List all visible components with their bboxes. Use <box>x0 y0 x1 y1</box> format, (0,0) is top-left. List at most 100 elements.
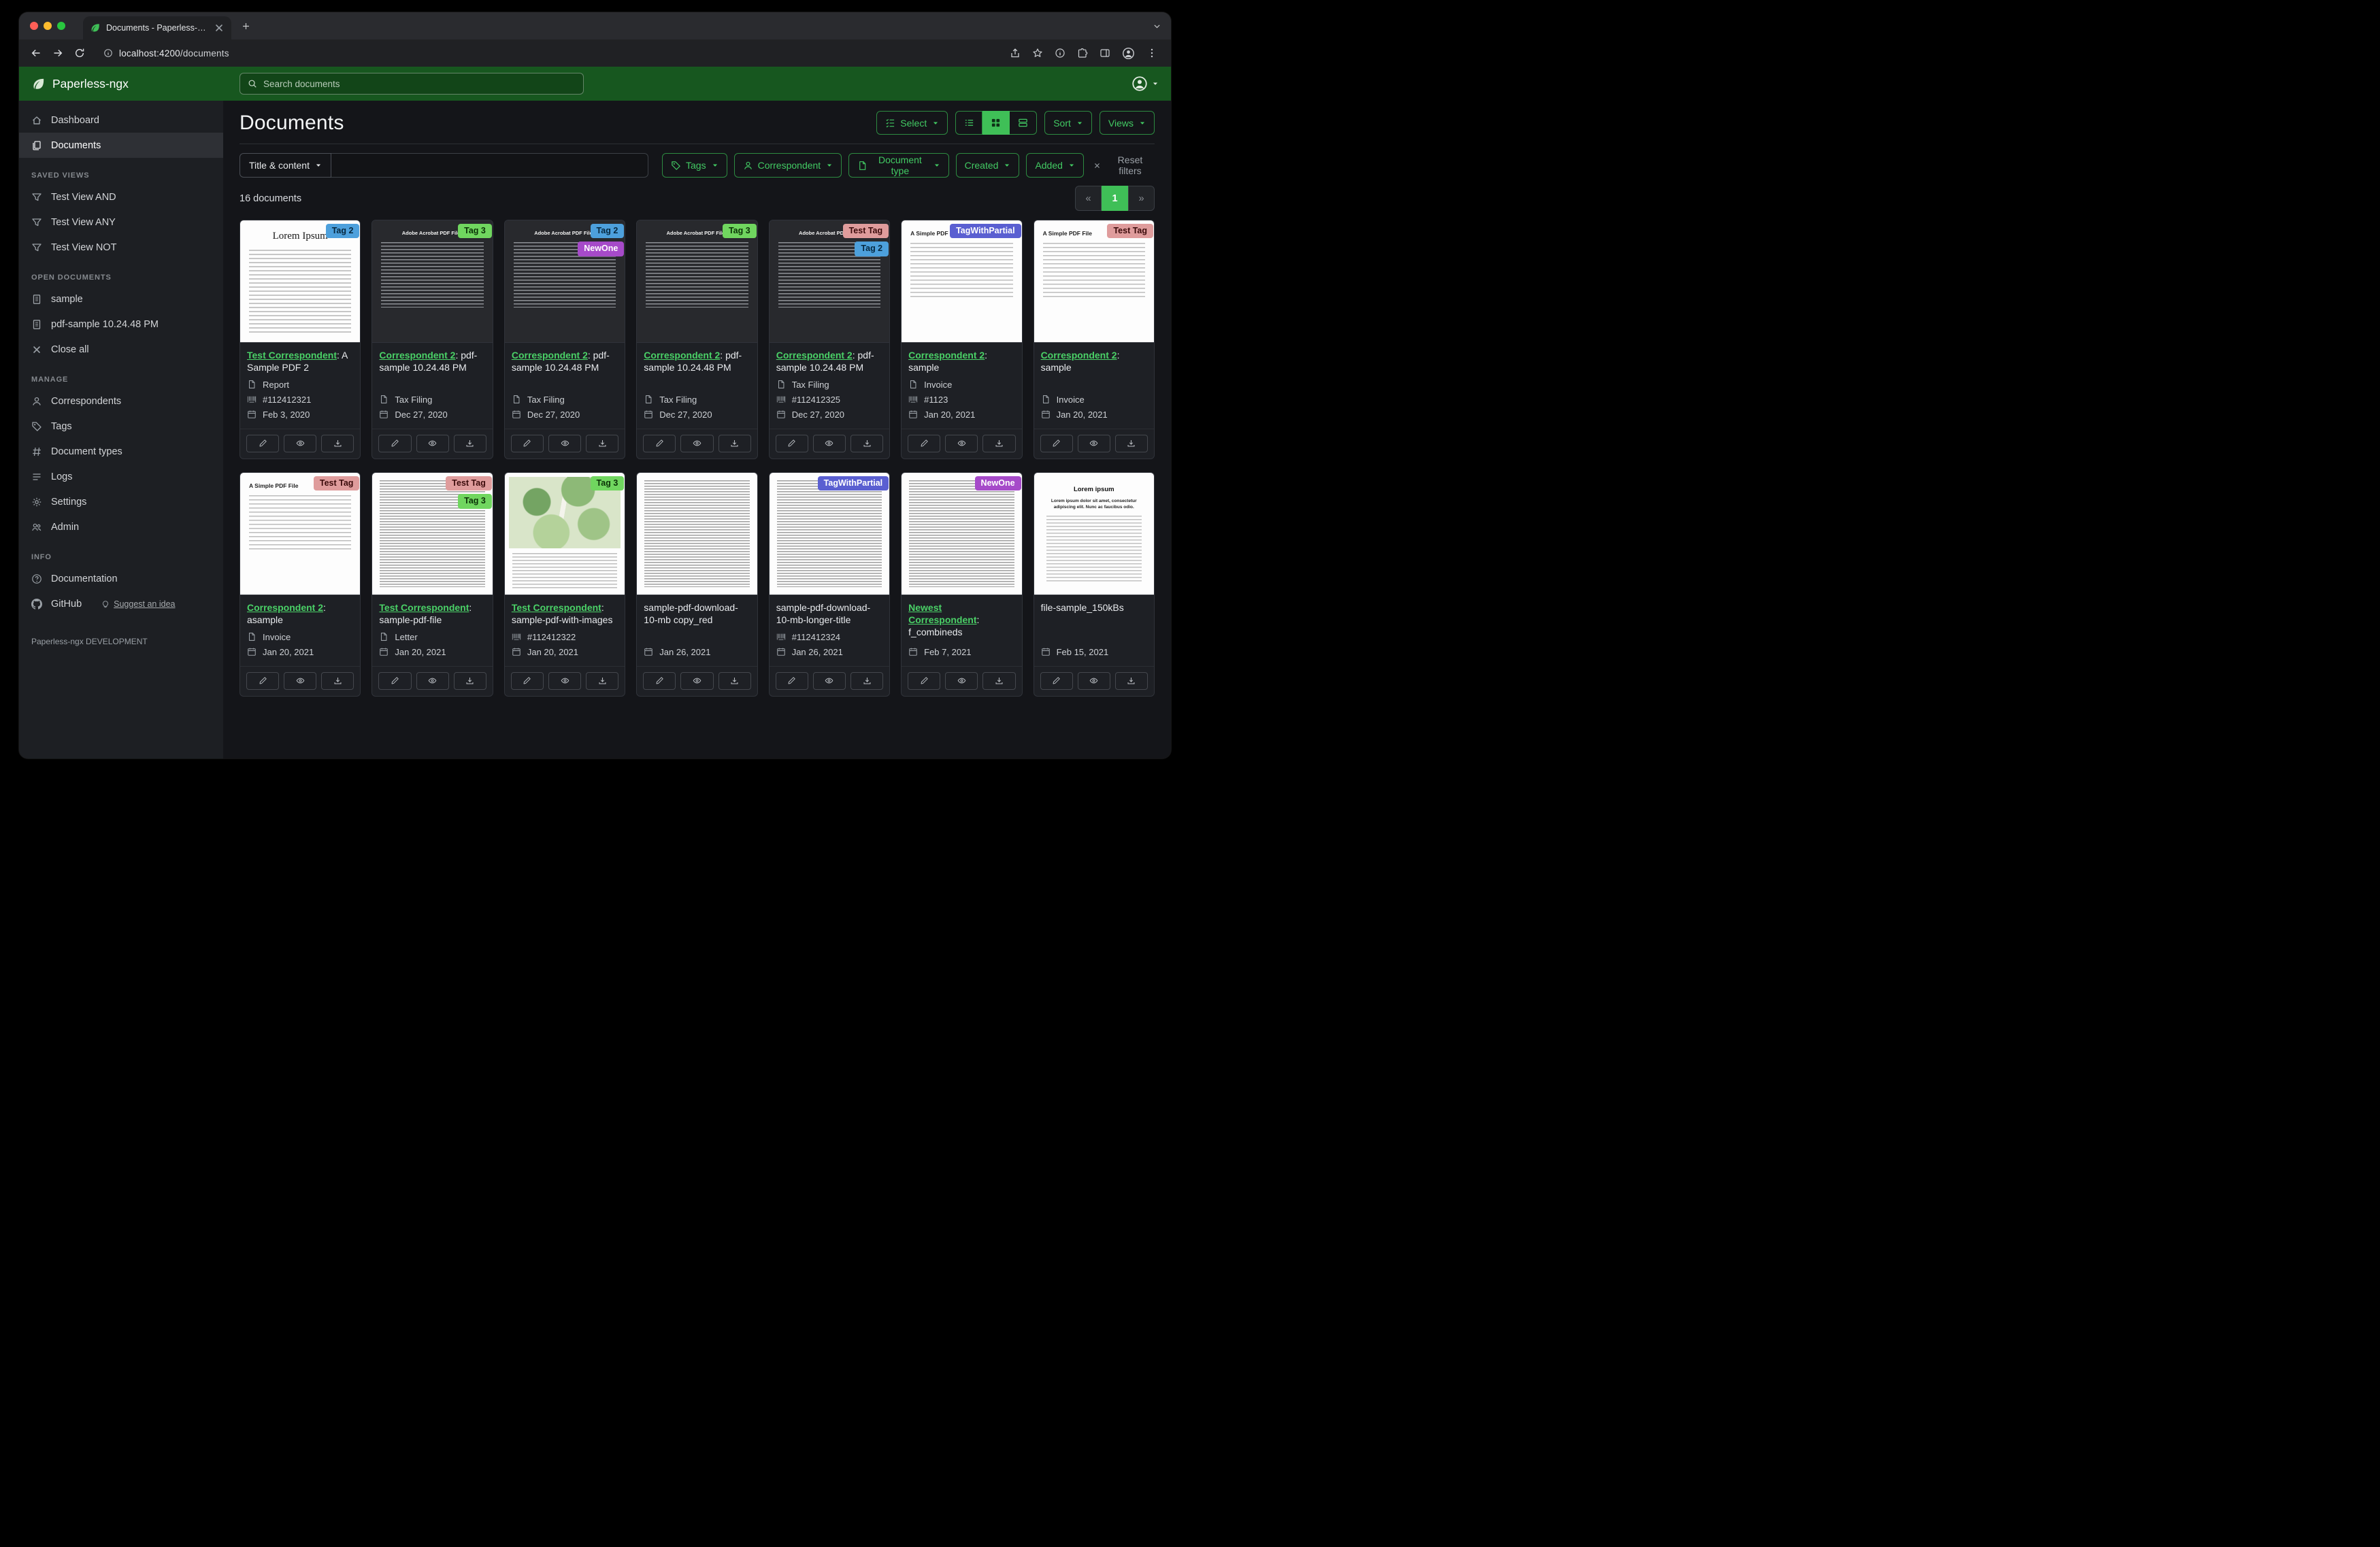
address-bar[interactable]: localhost:4200/documents <box>95 42 997 64</box>
sidebar-item-pdf-sample-10-24-48-pm[interactable]: pdf-sample 10.24.48 PM <box>19 312 223 337</box>
sidebar-item-close-all[interactable]: Close all <box>19 337 223 362</box>
close-window-button[interactable] <box>30 22 38 30</box>
document-card[interactable]: A Simple PDF File Test Tag Correspondent… <box>1033 220 1155 459</box>
sidebar-item-test-view-not[interactable]: Test View NOT <box>19 235 223 260</box>
download-button[interactable] <box>718 434 751 452</box>
tag-badge-tag-3[interactable]: Tag 3 <box>722 224 757 239</box>
document-card[interactable]: A Simple PDF File TagWithPartial Corresp… <box>901 220 1023 459</box>
sidebar-item-logs[interactable]: Logs <box>19 464 223 489</box>
tag-badge-tag-3[interactable]: Tag 3 <box>590 476 625 491</box>
filter-document-type-button[interactable]: Document type <box>848 153 949 178</box>
sidebar-item-documentation[interactable]: Documentation <box>19 566 223 591</box>
user-menu[interactable] <box>1131 76 1159 92</box>
edit-button[interactable] <box>908 671 941 690</box>
sidebar-item-documents[interactable]: Documents <box>19 133 223 158</box>
correspondent-link[interactable]: Correspondent 2 <box>644 350 720 361</box>
download-button[interactable] <box>982 434 1016 452</box>
sidebar-item-admin[interactable]: Admin <box>19 514 223 539</box>
tag-badge-newone[interactable]: NewOne <box>974 476 1021 491</box>
filter-added-button[interactable]: Added <box>1026 153 1084 178</box>
view-button[interactable] <box>945 434 978 452</box>
sidebar-item-test-view-and[interactable]: Test View AND <box>19 184 223 210</box>
sort-button[interactable]: Sort <box>1044 111 1092 135</box>
view-button[interactable] <box>680 434 714 452</box>
view-button[interactable] <box>1077 671 1110 690</box>
view-button[interactable] <box>416 434 449 452</box>
global-search[interactable] <box>239 73 584 95</box>
edit-button[interactable] <box>775 434 808 452</box>
filter-tags-button[interactable]: Tags <box>662 153 727 178</box>
document-card[interactable]: TagWithPartial sample-pdf-download-10-mb… <box>768 471 891 697</box>
view-button[interactable] <box>548 671 582 690</box>
view-button[interactable] <box>945 671 978 690</box>
site-info-icon[interactable] <box>103 48 113 58</box>
select-button[interactable]: Select <box>876 111 948 135</box>
download-button[interactable] <box>453 671 486 690</box>
browser-tab[interactable]: Documents - Paperless-ngx <box>83 16 231 39</box>
correspondent-link[interactable]: Test Correspondent <box>247 350 337 361</box>
document-card[interactable]: Adobe Acrobat PDF Files Tag 2 NewOne Corr… <box>503 220 626 459</box>
forward-button[interactable] <box>48 43 68 63</box>
edit-button[interactable] <box>510 671 544 690</box>
sidebar-item-dashboard[interactable]: Dashboard <box>19 107 223 133</box>
browser-menu-kebab-icon[interactable] <box>1146 48 1157 59</box>
document-thumbnail[interactable]: Adobe Acrobat PDF Files Test Tag Tag 2 <box>769 220 890 343</box>
tag-badge-newone[interactable]: NewOne <box>578 242 625 256</box>
edit-button[interactable] <box>643 671 676 690</box>
previous-page-button[interactable]: « <box>1075 186 1102 211</box>
download-button[interactable] <box>586 434 619 452</box>
edit-button[interactable] <box>775 671 808 690</box>
view-button[interactable] <box>548 434 582 452</box>
tag-badge-tag-2[interactable]: Tag 2 <box>325 224 360 239</box>
view-button[interactable] <box>284 434 317 452</box>
side-panel-icon[interactable] <box>1100 48 1110 59</box>
correspondent-link[interactable]: Correspondent 2 <box>776 350 853 361</box>
edit-button[interactable] <box>378 671 412 690</box>
download-button[interactable] <box>1114 671 1148 690</box>
zoom-window-button[interactable] <box>57 22 65 30</box>
sidebar-item-settings[interactable]: Settings <box>19 489 223 514</box>
document-card[interactable]: Test Tag Tag 3 Test Correspondent: sample… <box>371 471 493 697</box>
download-button[interactable] <box>982 671 1016 690</box>
document-card[interactable]: sample-pdf-download-10-mb copy_red Jan 2… <box>636 471 758 697</box>
download-button[interactable] <box>850 434 884 452</box>
download-button[interactable] <box>718 671 751 690</box>
document-card[interactable]: NewOne Newest Correspondent: f_combineds… <box>901 471 1023 697</box>
document-thumbnail[interactable]: Adobe Acrobat PDF Files Tag 3 <box>637 220 757 343</box>
share-icon[interactable] <box>1010 48 1021 59</box>
list-view-button[interactable] <box>955 111 983 135</box>
view-button[interactable] <box>680 671 714 690</box>
tag-badge-test-tag[interactable]: Test Tag <box>1107 224 1153 239</box>
tab-close-icon[interactable] <box>214 22 225 33</box>
search-input[interactable] <box>263 78 576 89</box>
detail-view-button[interactable] <box>1010 111 1038 135</box>
tag-badge-tagwithpartial[interactable]: TagWithPartial <box>817 476 889 491</box>
app-brand[interactable]: Paperless-ngx <box>31 77 129 91</box>
suggest-idea-link[interactable]: Suggest an idea <box>101 599 176 609</box>
correspondent-link[interactable]: Correspondent 2 <box>512 350 588 361</box>
view-button[interactable] <box>812 671 846 690</box>
document-thumbnail[interactable]: Tag 3 <box>504 472 625 595</box>
profile-avatar-icon[interactable] <box>1122 47 1135 60</box>
grid-view-button[interactable] <box>982 111 1010 135</box>
document-thumbnail[interactable]: TagWithPartial <box>769 472 890 595</box>
filter-correspondent-button[interactable]: Correspondent <box>733 153 842 178</box>
bookmark-star-icon[interactable] <box>1032 48 1043 59</box>
correspondent-link[interactable]: Correspondent 2 <box>379 350 455 361</box>
document-thumbnail[interactable]: Adobe Acrobat PDF Files Tag 3 <box>372 220 493 343</box>
sidebar-item-tags[interactable]: Tags <box>19 414 223 439</box>
extensions-puzzle-icon[interactable] <box>1077 48 1088 59</box>
download-button[interactable] <box>453 434 486 452</box>
document-thumbnail[interactable]: A Simple PDF File TagWithPartial <box>902 220 1022 343</box>
document-card[interactable]: Lorem ipsum Lorem ipsum dolor sit amet, c… <box>1033 471 1155 697</box>
document-card[interactable]: Adobe Acrobat PDF Files Tag 3 Correspond… <box>371 220 493 459</box>
correspondent-link[interactable]: Test Correspondent <box>512 602 601 613</box>
correspondent-link[interactable]: Correspondent 2 <box>908 350 985 361</box>
tag-badge-test-tag[interactable]: Test Tag <box>313 476 360 491</box>
edit-button[interactable] <box>1040 671 1073 690</box>
tag-badge-tagwithpartial[interactable]: TagWithPartial <box>950 224 1021 239</box>
download-button[interactable] <box>586 671 619 690</box>
reload-button[interactable] <box>69 43 90 63</box>
tab-search-button[interactable] <box>1153 12 1161 39</box>
download-button[interactable] <box>850 671 884 690</box>
